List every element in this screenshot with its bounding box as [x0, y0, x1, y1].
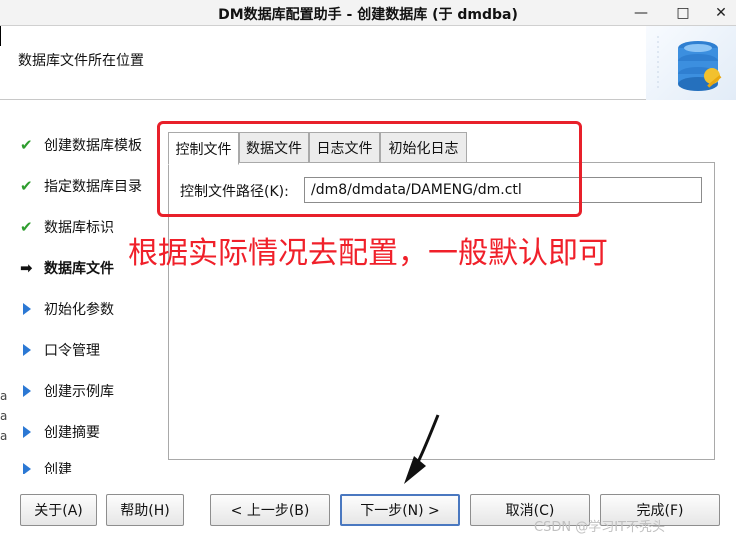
check-icon: ✔: [20, 136, 33, 154]
nav-step-db-directory[interactable]: ✔ 指定数据库目录: [20, 175, 142, 197]
nav-step-db-identity[interactable]: ✔ 数据库标识: [20, 216, 114, 238]
nav-step-label: 数据库标识: [44, 220, 114, 236]
triangle-right-icon: [23, 344, 31, 356]
nav-step-create[interactable]: 创建: [20, 458, 72, 474]
nav-step-db-files[interactable]: ➡ 数据库文件: [20, 257, 114, 279]
background-window-edge: a a a: [0, 386, 8, 466]
nav-step-label: 口令管理: [44, 343, 100, 359]
check-icon: ✔: [20, 218, 33, 236]
title-bar: DM数据库配置助手 - 创建数据库 (于 dmdba) — □ ✕: [0, 0, 736, 26]
edge-char: a: [0, 389, 8, 403]
edge-char: a: [0, 409, 8, 423]
edge-char: a: [0, 429, 8, 443]
window-edge-stub: [0, 26, 8, 46]
nav-step-label: 创建示例库: [44, 384, 114, 400]
about-button[interactable]: 关于(A): [20, 494, 97, 526]
minimize-button[interactable]: —: [626, 0, 656, 26]
page-title: 数据库文件所在位置: [18, 53, 144, 69]
wizard-steps-nav: ✔ 创建数据库模板 ✔ 指定数据库目录 ✔ 数据库标识 ➡ 数据库文件 初始化参…: [8, 114, 160, 474]
nav-step-sample-db[interactable]: 创建示例库: [20, 380, 114, 402]
nav-step-label: 创建数据库模板: [44, 138, 142, 154]
database-settings-icon: [646, 26, 736, 100]
watermark: CSDN @学习IT不秃头: [534, 520, 665, 535]
annotation-text: 根据实际情况去配置，一般默认即可: [128, 236, 608, 271]
check-icon: ✔: [20, 177, 33, 195]
close-button[interactable]: ✕: [706, 0, 736, 26]
nav-step-label: 指定数据库目录: [44, 179, 142, 195]
next-button[interactable]: 下一步(N) >: [340, 494, 460, 526]
tab-control-file[interactable]: 控制文件: [168, 132, 239, 165]
triangle-right-icon: [23, 426, 31, 438]
maximize-button[interactable]: □: [668, 0, 698, 26]
nav-step-summary[interactable]: 创建摘要: [20, 421, 100, 443]
nav-step-create-template[interactable]: ✔ 创建数据库模板: [20, 134, 142, 156]
nav-step-label: 创建摘要: [44, 425, 100, 441]
nav-step-label: 初始化参数: [44, 302, 114, 318]
nav-step-password[interactable]: 口令管理: [20, 339, 100, 361]
triangle-right-icon: [23, 303, 31, 315]
triangle-right-icon: [23, 463, 31, 474]
triangle-right-icon: [23, 385, 31, 397]
right-arrow-icon: ➡: [20, 259, 33, 277]
help-button[interactable]: 帮助(H): [106, 494, 184, 526]
prev-button[interactable]: < 上一步(B): [210, 494, 330, 526]
nav-step-label: 数据库文件: [44, 261, 114, 277]
nav-step-label: 创建: [44, 462, 72, 474]
nav-step-init-params[interactable]: 初始化参数: [20, 298, 114, 320]
